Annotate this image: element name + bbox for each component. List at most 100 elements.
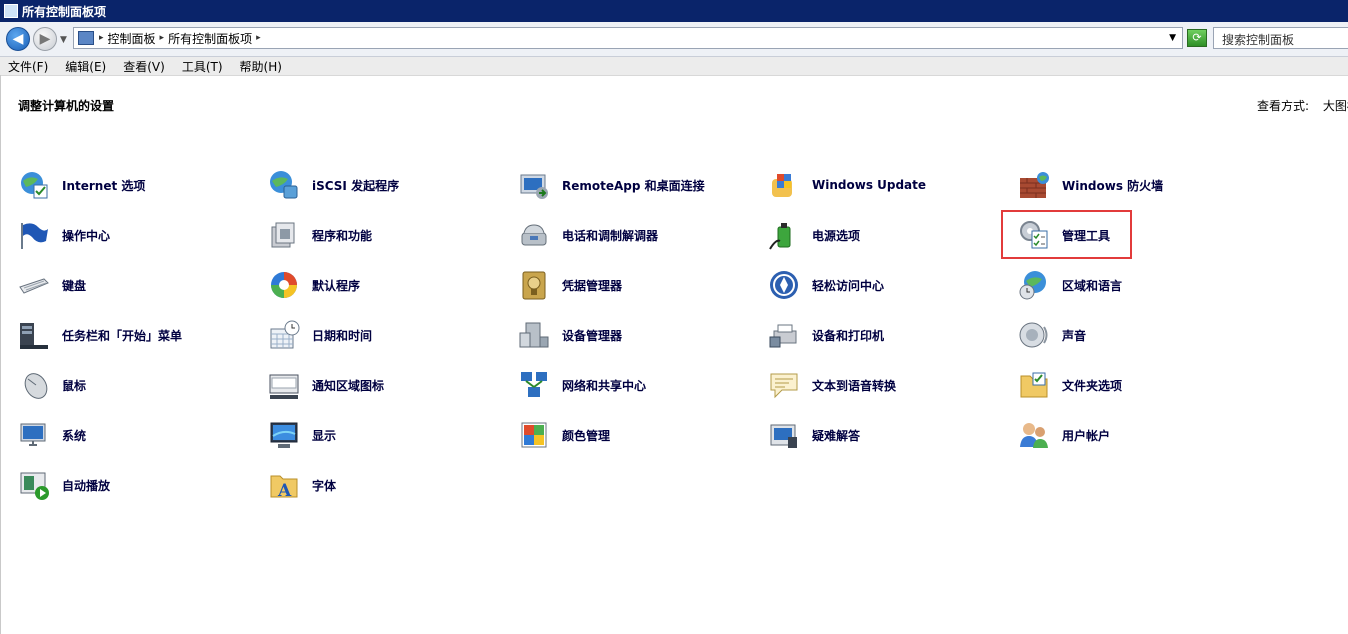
control-panel-item-label[interactable]: 电源选项 bbox=[812, 227, 860, 244]
window-title: 所有控制面板项 bbox=[22, 4, 107, 19]
address-dropdown-icon[interactable]: ▼ bbox=[1169, 33, 1176, 43]
page-title: 调整计算机的设置 bbox=[18, 99, 115, 113]
control-panel-item[interactable]: 日期和时间 bbox=[268, 319, 372, 351]
programs-features-icon bbox=[268, 219, 300, 251]
remoteapp-icon bbox=[518, 169, 550, 201]
firewall-icon bbox=[1018, 169, 1050, 201]
control-panel-item[interactable]: 电话和调制解调器 bbox=[518, 219, 658, 251]
control-panel-item-label[interactable]: 键盘 bbox=[62, 277, 86, 294]
folder-options-icon bbox=[1018, 369, 1050, 401]
control-panel-item[interactable]: 鼠标 bbox=[18, 369, 86, 401]
address-bar[interactable]: ▸ 控制面板 ▸ 所有控制面板项 ▸ ▼ bbox=[73, 27, 1183, 49]
control-panel-item[interactable]: 网络和共享中心 bbox=[518, 369, 646, 401]
control-panel-item[interactable]: 键盘 bbox=[18, 269, 86, 301]
control-panel-item[interactable]: 程序和功能 bbox=[268, 219, 372, 251]
control-panel-item-label[interactable]: 任务栏和「开始」菜单 bbox=[62, 327, 182, 344]
control-panel-item-label[interactable]: 设备管理器 bbox=[562, 327, 622, 344]
credential-manager-icon bbox=[518, 269, 550, 301]
refresh-button[interactable]: ⟳ bbox=[1187, 29, 1207, 47]
control-panel-item[interactable]: 设备和打印机 bbox=[768, 319, 884, 351]
control-panel-item-label[interactable]: 区域和语言 bbox=[1062, 277, 1122, 294]
refresh-icon: ⟳ bbox=[1192, 31, 1202, 44]
control-panel-item[interactable]: 任务栏和「开始」菜单 bbox=[18, 319, 182, 351]
control-panel-icon bbox=[78, 31, 94, 45]
control-panel-item-label[interactable]: 电话和调制解调器 bbox=[562, 227, 658, 244]
control-panel-item[interactable]: 显示 bbox=[268, 419, 336, 451]
control-panel-item[interactable]: 操作中心 bbox=[18, 219, 110, 251]
network-sharing-icon bbox=[518, 369, 550, 401]
control-panel-item-label[interactable]: 疑难解答 bbox=[812, 427, 860, 444]
control-panel-item[interactable]: A 字体 bbox=[268, 469, 336, 501]
menu-view[interactable]: 查看(V) bbox=[123, 58, 165, 75]
control-panel-item-label[interactable]: 轻松访问中心 bbox=[812, 277, 884, 294]
control-panel-item[interactable]: 声音 bbox=[1018, 319, 1086, 351]
control-panel-item-label[interactable]: 程序和功能 bbox=[312, 227, 372, 244]
control-panel-item-label[interactable]: 操作中心 bbox=[62, 227, 110, 244]
control-panel-item-label[interactable]: 文件夹选项 bbox=[1062, 377, 1122, 394]
control-panel-item[interactable]: 凭据管理器 bbox=[518, 269, 622, 301]
control-panel-item-label[interactable]: 鼠标 bbox=[62, 377, 86, 394]
control-panel-item[interactable]: Windows Update bbox=[768, 169, 926, 201]
control-panel-item[interactable]: Windows 防火墙 bbox=[1018, 169, 1163, 201]
search-input[interactable]: 搜索控制面板 bbox=[1213, 27, 1348, 49]
control-panel-item-label[interactable]: 设备和打印机 bbox=[812, 327, 884, 344]
control-panel-item[interactable]: 疑难解答 bbox=[768, 419, 860, 451]
control-panel-item-label[interactable]: 网络和共享中心 bbox=[562, 377, 646, 394]
control-panel-item-label[interactable]: iSCSI 发起程序 bbox=[312, 177, 399, 194]
control-panel-item[interactable]: 默认程序 bbox=[268, 269, 360, 301]
control-panel-item-label[interactable]: 显示 bbox=[312, 427, 336, 444]
internet-options-icon bbox=[18, 169, 50, 201]
control-panel-item[interactable]: 自动播放 bbox=[18, 469, 110, 501]
control-panel-item-label[interactable]: 日期和时间 bbox=[312, 327, 372, 344]
troubleshooting-icon bbox=[768, 419, 800, 451]
control-panel-item-label[interactable]: 通知区域图标 bbox=[312, 377, 384, 394]
control-panel-item[interactable]: 电源选项 bbox=[768, 219, 860, 251]
forward-button[interactable]: ▶ bbox=[33, 27, 57, 51]
control-panel-item-label[interactable]: 默认程序 bbox=[312, 277, 360, 294]
control-panel-item[interactable]: 轻松访问中心 bbox=[768, 269, 884, 301]
autoplay-icon bbox=[18, 469, 50, 501]
back-button[interactable]: ◀ bbox=[6, 27, 30, 51]
control-panel-item-label[interactable]: Internet 选项 bbox=[62, 177, 145, 194]
mouse-icon bbox=[18, 369, 50, 401]
view-by: 查看方式: 大图标 bbox=[1257, 97, 1348, 114]
control-panel-item[interactable]: 系统 bbox=[18, 419, 86, 451]
control-panel-item-label[interactable]: Windows Update bbox=[812, 178, 926, 192]
control-panel-item-label[interactable]: 自动播放 bbox=[62, 477, 110, 494]
menu-bar: 文件(F) 编辑(E) 查看(V) 工具(T) 帮助(H) bbox=[0, 57, 1348, 76]
fonts-icon: A bbox=[268, 469, 300, 501]
view-by-dropdown[interactable]: 大图标 bbox=[1323, 99, 1348, 113]
control-panel-item-label[interactable]: 声音 bbox=[1062, 327, 1086, 344]
text-to-speech-icon bbox=[768, 369, 800, 401]
menu-tools[interactable]: 工具(T) bbox=[182, 58, 223, 75]
menu-edit[interactable]: 编辑(E) bbox=[65, 58, 106, 75]
system-icon bbox=[18, 419, 50, 451]
control-panel-item-label[interactable]: 文本到语音转换 bbox=[812, 377, 896, 394]
control-panel-item[interactable]: 用户帐户 bbox=[1018, 419, 1110, 451]
control-panel-item-label[interactable]: 字体 bbox=[312, 477, 336, 494]
recent-pages-dropdown-icon[interactable]: ▼ bbox=[60, 35, 67, 45]
control-panel-item-label[interactable]: 颜色管理 bbox=[562, 427, 610, 444]
menu-file[interactable]: 文件(F) bbox=[8, 58, 48, 75]
control-panel-item[interactable]: Internet 选项 bbox=[18, 169, 145, 201]
control-panel-item[interactable]: 文件夹选项 bbox=[1018, 369, 1122, 401]
breadcrumb-chevron-icon[interactable]: ▸ bbox=[160, 33, 165, 43]
control-panel-item[interactable]: RemoteApp 和桌面连接 bbox=[518, 169, 705, 201]
control-panel-item[interactable]: 设备管理器 bbox=[518, 319, 622, 351]
breadcrumb-chevron-icon[interactable]: ▸ bbox=[99, 33, 104, 43]
control-panel-item-label[interactable]: Windows 防火墙 bbox=[1062, 177, 1163, 194]
menu-help[interactable]: 帮助(H) bbox=[240, 58, 282, 75]
control-panel-item-label[interactable]: RemoteApp 和桌面连接 bbox=[562, 177, 705, 194]
breadcrumb-chevron-icon[interactable]: ▸ bbox=[256, 33, 261, 43]
control-panel-item[interactable]: 文本到语音转换 bbox=[768, 369, 896, 401]
breadcrumb-all-items[interactable]: 所有控制面板项 bbox=[168, 30, 252, 47]
control-panel-item[interactable]: iSCSI 发起程序 bbox=[268, 169, 399, 201]
control-panel-item-label[interactable]: 系统 bbox=[62, 427, 86, 444]
control-panel-item[interactable]: 区域和语言 bbox=[1018, 269, 1122, 301]
control-panel-item[interactable]: 通知区域图标 bbox=[268, 369, 384, 401]
control-panel-item[interactable]: 颜色管理 bbox=[518, 419, 610, 451]
control-panel-item-label[interactable]: 凭据管理器 bbox=[562, 277, 622, 294]
breadcrumb-control-panel[interactable]: 控制面板 bbox=[108, 30, 156, 47]
control-panel-item-label[interactable]: 用户帐户 bbox=[1062, 427, 1110, 444]
view-by-label: 查看方式: bbox=[1257, 99, 1310, 113]
